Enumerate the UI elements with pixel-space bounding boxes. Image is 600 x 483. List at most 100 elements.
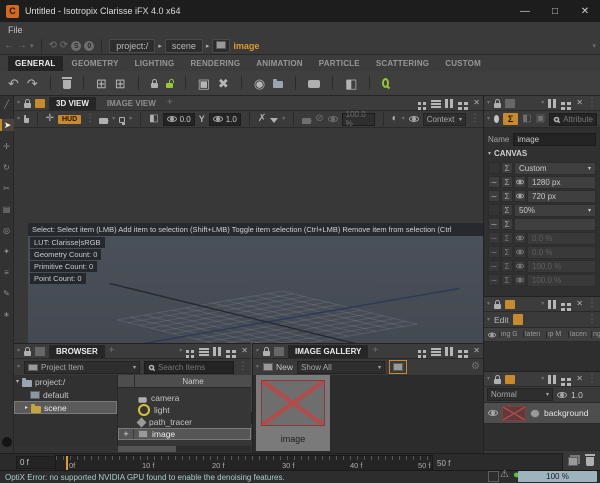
- layout-grid-icon[interactable]: [226, 350, 230, 353]
- close-icon[interactable]: ✕: [570, 6, 600, 17]
- cube-icon[interactable]: ▣: [198, 77, 210, 90]
- list-item-image[interactable]: + image: [118, 428, 251, 440]
- render-tools-icon[interactable]: ✗: [258, 114, 266, 124]
- toolbar-collapse-icon[interactable]: ▾: [487, 116, 490, 122]
- tab-animation[interactable]: ANIMATION: [249, 56, 310, 71]
- layout-cols-icon[interactable]: [548, 300, 551, 309]
- stub-field[interactable]: [514, 218, 596, 231]
- log-icon[interactable]: [488, 471, 499, 482]
- panel-pin-icon[interactable]: [505, 375, 515, 384]
- layout-quad-icon[interactable]: [418, 350, 421, 353]
- panel-menu-icon[interactable]: ▾: [541, 301, 544, 307]
- reload-icon[interactable]: ⟲: [49, 41, 57, 51]
- section-canvas[interactable]: ▾ CANVAS: [484, 146, 600, 161]
- tab-particle[interactable]: PARTICLE: [312, 56, 367, 71]
- add-tab-icon[interactable]: +: [109, 346, 115, 356]
- scale-dropdown[interactable]: 50%▾: [514, 204, 596, 217]
- collapse-icon[interactable]: ▾: [487, 376, 490, 382]
- layout-cols-icon[interactable]: [548, 375, 551, 384]
- timeline-start-field[interactable]: 0 f: [16, 456, 60, 469]
- panel-lock-icon[interactable]: [263, 351, 270, 356]
- panel-lock-icon[interactable]: [24, 351, 31, 356]
- new-combiner-icon[interactable]: ⊞: [115, 77, 126, 90]
- sigma-cell[interactable]: Σ: [501, 176, 513, 188]
- sigma-cell[interactable]: Σ: [501, 218, 513, 230]
- context-dropdown[interactable]: Context▾: [423, 113, 466, 126]
- region-field[interactable]: 100.0 %: [527, 274, 596, 287]
- breadcrumb-project[interactable]: project:/: [109, 39, 155, 53]
- maximize-icon[interactable]: □: [540, 6, 570, 17]
- layout-rows-icon[interactable]: [431, 348, 441, 350]
- panel-lock-icon[interactable]: [494, 304, 501, 309]
- curve-cell[interactable]: ∼: [488, 218, 500, 230]
- image-view-toggle[interactable]: [389, 360, 407, 374]
- margin-field[interactable]: 0.0 %: [527, 246, 596, 259]
- gamma-field[interactable]: 1.0: [209, 113, 241, 126]
- shading-sphere-icon[interactable]: ◐: [392, 114, 398, 124]
- column-name[interactable]: Name: [135, 377, 251, 386]
- forward-icon[interactable]: →: [17, 41, 27, 51]
- hud-menu-icon[interactable]: ⋮: [85, 114, 95, 124]
- transform-icon[interactable]: ✖: [218, 77, 229, 90]
- panel-close-icon[interactable]: ✕: [473, 99, 480, 107]
- exposure-icon[interactable]: ◧: [149, 114, 158, 124]
- new-image-button[interactable]: New: [263, 362, 293, 372]
- list-item-camera[interactable]: camera: [118, 392, 251, 404]
- panel-close-icon[interactable]: ✕: [576, 300, 583, 308]
- panel-pin-icon[interactable]: [505, 99, 515, 108]
- tool-snap-icon[interactable]: ✦: [1, 245, 13, 257]
- filter-icon[interactable]: [270, 118, 278, 123]
- tool-rotate-icon[interactable]: ↻: [1, 161, 13, 173]
- comment-icon[interactable]: [308, 80, 320, 88]
- layout-rows-icon[interactable]: [199, 348, 209, 350]
- collapse-icon[interactable]: ▾: [487, 301, 490, 307]
- navigate-icon[interactable]: ✛: [46, 114, 54, 124]
- delete-layer-icon[interactable]: [586, 457, 594, 466]
- panel-menu-icon[interactable]: ▾: [541, 100, 544, 106]
- camera-select-icon[interactable]: [99, 118, 108, 124]
- blend-mode-dropdown[interactable]: Normal▾: [487, 388, 553, 401]
- list-item-path-tracer[interactable]: path_tracer: [118, 416, 251, 428]
- item-filter-dropdown[interactable]: Project Item▾: [24, 361, 140, 374]
- duplicate-layer-icon[interactable]: [568, 457, 578, 466]
- collapse-icon[interactable]: ▾: [17, 100, 20, 106]
- tool-select-icon[interactable]: ➤: [0, 119, 14, 131]
- row-more-icon[interactable]: ⋮: [587, 315, 597, 325]
- toolbar-collapse-icon[interactable]: ▾: [256, 364, 259, 370]
- link-in-icon[interactable]: ◧: [522, 114, 531, 124]
- nav-menu-icon[interactable]: ▾: [592, 43, 596, 50]
- panel-close-icon[interactable]: ✕: [576, 99, 583, 107]
- exposure-field[interactable]: 0.0: [163, 113, 195, 126]
- gamma-icon[interactable]: Y: [199, 115, 205, 124]
- collapse-icon[interactable]: ▾: [17, 348, 20, 354]
- layout-cols-icon[interactable]: [548, 99, 551, 108]
- warning-icon[interactable]: ⚠: [500, 470, 509, 480]
- layer-opacity[interactable]: 1.0: [571, 390, 583, 400]
- height-field[interactable]: 720 px: [527, 190, 596, 203]
- refresh-icon[interactable]: ⟳: [60, 41, 68, 51]
- save-view-icon[interactable]: [24, 115, 29, 123]
- delete-icon[interactable]: [63, 80, 71, 89]
- layout-quad-icon[interactable]: [418, 102, 421, 105]
- column-clip-map[interactable]: ip M: [547, 331, 569, 338]
- add-tab-icon[interactable]: +: [372, 346, 378, 356]
- counter-badge[interactable]: 0: [84, 41, 94, 51]
- curve-cell[interactable]: ∼: [488, 190, 500, 202]
- width-field[interactable]: 1280 px: [527, 176, 596, 189]
- tool-axis-icon[interactable]: ≡: [1, 266, 13, 278]
- resolution-field[interactable]: 100.0 %: [342, 113, 375, 126]
- sigma-cell[interactable]: Σ: [501, 162, 513, 174]
- layout-grid-icon[interactable]: [458, 102, 462, 105]
- layout-grid-icon[interactable]: [458, 350, 462, 353]
- tab-general[interactable]: GENERAL: [8, 56, 63, 71]
- toolbar-more-icon[interactable]: ⋮: [470, 114, 480, 124]
- panel-lock-icon[interactable]: [24, 103, 31, 108]
- import-context-icon[interactable]: ◉: [254, 77, 265, 90]
- layer-row-background[interactable]: background: [484, 403, 600, 424]
- minimize-icon[interactable]: —: [510, 6, 540, 17]
- search-options-icon[interactable]: ⋮: [238, 362, 248, 372]
- layout-cols-icon[interactable]: [213, 347, 216, 356]
- tree-item-default[interactable]: default: [14, 388, 117, 401]
- panel-menu-icon[interactable]: ▾: [541, 376, 544, 382]
- layout-cols-icon[interactable]: [445, 99, 448, 108]
